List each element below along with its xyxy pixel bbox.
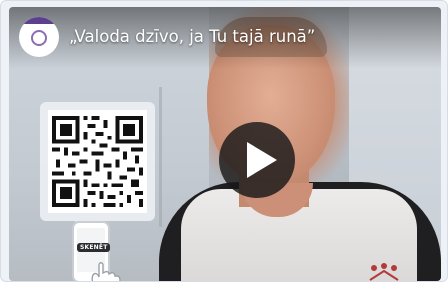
channel-logo-band — [19, 17, 59, 24]
play-button[interactable] — [219, 122, 295, 198]
channel-logo-icon — [31, 30, 47, 46]
video-player[interactable]: „Valoda dzīvo, ja Tu tajā runā” SKENĒT — [9, 7, 441, 281]
embed-frame: „Valoda dzīvo, ja Tu tajā runā” SKENĒT — [0, 0, 448, 282]
video-title[interactable]: „Valoda dzīvo, ja Tu tajā runā” — [69, 27, 315, 46]
qr-code-icon — [48, 110, 147, 213]
qr-code-card — [40, 102, 155, 221]
hand-icon — [91, 262, 121, 281]
play-icon — [247, 142, 277, 178]
jersey-logo-icon — [369, 263, 399, 281]
thumbnail-detail — [159, 87, 162, 227]
scan-label: SKENĒT — [77, 243, 111, 252]
channel-avatar[interactable] — [19, 17, 59, 57]
video-title-bar: „Valoda dzīvo, ja Tu tajā runā” — [9, 7, 441, 69]
